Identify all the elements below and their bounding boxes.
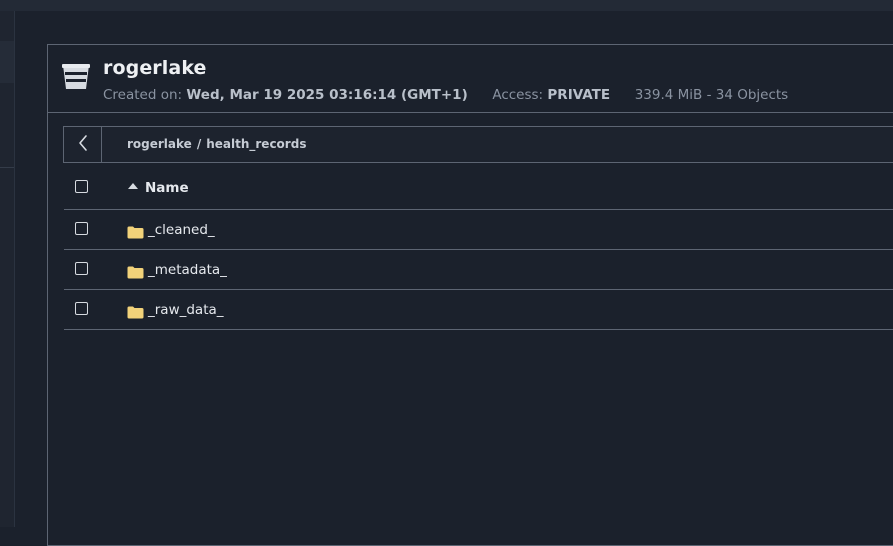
item-name[interactable]: _raw_data_	[148, 302, 224, 318]
sidebar-divider	[0, 167, 14, 168]
breadcrumb-root[interactable]: rogerlake	[127, 137, 192, 151]
table-row[interactable]: _cleaned_	[64, 210, 893, 250]
table-row[interactable]: _raw_data_	[64, 290, 893, 330]
folder-icon	[127, 224, 144, 239]
item-name[interactable]: _metadata_	[148, 262, 227, 278]
size-objects: 339.4 MiB - 34 Objects	[634, 87, 789, 103]
row-checkbox[interactable]	[75, 222, 88, 235]
bucket-panel: rogerlake Created on: Wed, Mar 19 2025 0…	[47, 44, 893, 546]
bucket-meta: Created on: Wed, Mar 19 2025 03:16:14 (G…	[103, 87, 788, 103]
top-bar	[0, 0, 893, 11]
bucket-header: rogerlake Created on: Wed, Mar 19 2025 0…	[48, 45, 893, 113]
column-header-name[interactable]: Name	[145, 180, 189, 196]
access-label: Access:	[492, 87, 544, 103]
bucket-title: rogerlake	[103, 57, 207, 79]
created-label: Created on:	[103, 87, 183, 103]
breadcrumb-current[interactable]: health_records	[206, 137, 306, 151]
table-header: Name	[64, 170, 893, 210]
table-row[interactable]: _metadata_	[64, 250, 893, 290]
row-checkbox[interactable]	[75, 262, 88, 275]
chevron-left-icon	[77, 134, 89, 156]
sidebar-strip	[0, 11, 15, 527]
object-table: Name _cleaned_ _metadata_ _raw_data_	[64, 170, 893, 330]
item-name[interactable]: _cleaned_	[148, 222, 215, 238]
back-button[interactable]	[64, 127, 102, 162]
sort-ascending-icon[interactable]	[128, 183, 138, 189]
sidebar-active-item[interactable]	[0, 41, 14, 83]
object-browser: rogerlake / health_records Name _cleaned_	[63, 126, 893, 546]
breadcrumb: rogerlake / health_records	[127, 137, 306, 151]
breadcrumb-separator: /	[196, 137, 202, 151]
row-checkbox[interactable]	[75, 302, 88, 315]
bucket-icon	[61, 61, 91, 91]
created-value: Wed, Mar 19 2025 03:16:14 (GMT+1)	[186, 87, 468, 103]
path-bar: rogerlake / health_records	[63, 126, 893, 163]
folder-icon	[127, 304, 144, 319]
folder-icon	[127, 264, 144, 279]
select-all-checkbox[interactable]	[75, 180, 88, 193]
access-value: PRIVATE	[547, 87, 611, 103]
